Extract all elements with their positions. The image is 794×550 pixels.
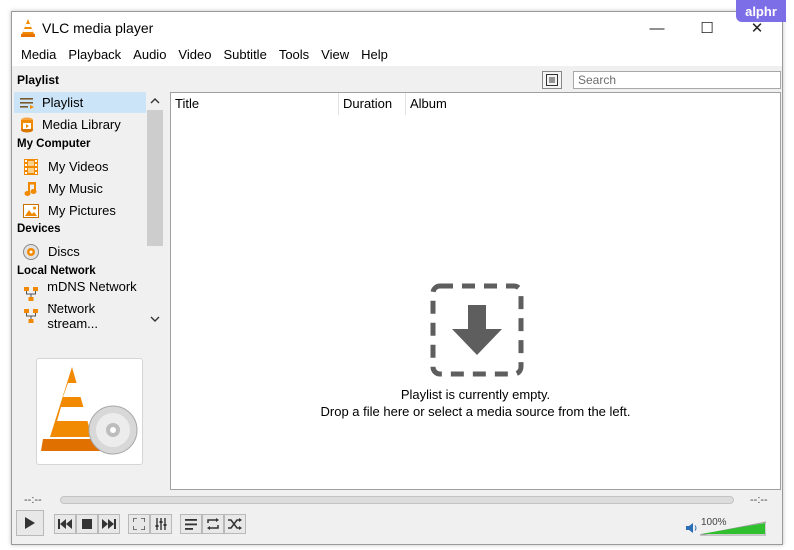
menu-subtitle[interactable]: Subtitle (223, 44, 266, 66)
previous-icon (58, 519, 72, 529)
equalizer-icon (155, 518, 167, 530)
vlc-window: VLC media player — ☐ ✕ Media Playback Au… (11, 11, 783, 545)
sidebar-item-discs[interactable]: Discs (14, 241, 146, 262)
elapsed-time: --:-- (24, 494, 42, 506)
seek-row: --:-- --:-- (12, 492, 782, 510)
drop-arrow-icon (430, 283, 524, 377)
minimize-button[interactable]: — (634, 12, 680, 44)
window-title: VLC media player (42, 20, 154, 36)
next-icon (102, 519, 116, 529)
scroll-up-icon[interactable] (146, 92, 164, 110)
title-bar: VLC media player — ☐ ✕ (12, 12, 782, 44)
sidebar-item-label: Media Library (42, 117, 121, 132)
playlist-view[interactable]: Title Duration Album Playlist is current… (170, 92, 781, 490)
volume-level (701, 523, 765, 534)
sidebar-item-label: My Music (48, 181, 103, 196)
next-button[interactable] (98, 514, 120, 534)
loop-icon (207, 518, 219, 530)
view-mode-button[interactable] (542, 71, 562, 89)
sidebar-item-label: Network stream... (47, 300, 98, 329)
category-my-computer: My Computer (17, 138, 91, 150)
sidebar-item-my-pictures[interactable]: My Pictures (14, 200, 146, 221)
shuffle-icon (228, 518, 242, 530)
network-icon (22, 307, 39, 325)
extended-settings-button[interactable] (150, 514, 172, 534)
playlist-icon (18, 94, 36, 112)
menu-media[interactable]: Media (21, 44, 56, 66)
shuffle-button[interactable] (224, 514, 246, 534)
volume-slider[interactable] (700, 516, 766, 536)
playlist-header: Playlist (12, 68, 782, 92)
disc-icon (22, 243, 40, 261)
sidebar: Playlist Media Library My Computer My Vi… (14, 92, 164, 328)
stop-icon (82, 519, 92, 529)
stop-button[interactable] (76, 514, 98, 534)
empty-playlist-hint: Drop a file here or select a media sourc… (320, 404, 631, 419)
film-icon (22, 158, 40, 176)
category-devices: Devices (17, 223, 61, 235)
previous-button[interactable] (54, 514, 76, 534)
remaining-time[interactable]: --:-- (750, 494, 768, 506)
seek-slider[interactable] (60, 496, 734, 504)
playback-controls: 100% (12, 510, 782, 544)
maximize-button[interactable]: ☐ (684, 12, 730, 44)
vlc-cone-disc-art (41, 367, 138, 455)
sidebar-item-my-videos[interactable]: My Videos (14, 156, 146, 177)
play-icon (25, 517, 35, 529)
picture-icon (22, 202, 40, 220)
sidebar-scrollbar[interactable] (146, 92, 164, 328)
column-title[interactable]: Title (171, 93, 337, 115)
scrollbar-thumb[interactable] (147, 110, 163, 246)
menu-video[interactable]: Video (178, 44, 211, 66)
menu-bar: Media Playback Audio Video Subtitle Tool… (12, 44, 782, 66)
sidebar-item-my-music[interactable]: My Music (14, 178, 146, 199)
column-duration[interactable]: Duration (339, 93, 405, 115)
music-note-icon (22, 180, 40, 198)
column-album[interactable]: Album (406, 93, 606, 115)
list-view-icon (546, 74, 558, 86)
menu-help[interactable]: Help (361, 44, 388, 66)
sidebar-item-media-library[interactable]: Media Library (14, 114, 146, 135)
speaker-icon[interactable] (685, 521, 699, 535)
menu-playback[interactable]: Playback (68, 44, 121, 66)
network-icon (22, 285, 39, 303)
sidebar-item-label: Discs (48, 244, 80, 259)
toggle-playlist-button[interactable] (180, 514, 202, 534)
play-button[interactable] (16, 510, 44, 536)
category-local-network: Local Network (17, 265, 96, 277)
sidebar-item-label: Playlist (42, 95, 84, 110)
menu-audio[interactable]: Audio (133, 44, 166, 66)
scroll-down-icon[interactable] (146, 310, 164, 328)
playlist-heading: Playlist (17, 73, 60, 87)
alphr-badge: alphr (736, 0, 786, 22)
media-library-icon (18, 116, 36, 134)
sidebar-item-network-stream[interactable]: Network stream... (14, 301, 146, 328)
empty-playlist-message: Playlist is currently empty. (400, 387, 551, 402)
menu-view[interactable]: View (321, 44, 349, 66)
loop-button[interactable] (202, 514, 224, 534)
sidebar-item-label: My Videos (48, 159, 109, 174)
search-input[interactable] (573, 71, 781, 89)
sidebar-item-label: My Pictures (48, 203, 116, 218)
playlist-icon (185, 518, 197, 530)
fullscreen-button[interactable] (128, 514, 150, 534)
vlc-cone-icon (21, 19, 35, 37)
fullscreen-icon (133, 518, 145, 530)
sidebar-item-playlist[interactable]: Playlist (14, 92, 146, 113)
album-art (36, 358, 143, 465)
menu-tools[interactable]: Tools (279, 44, 309, 66)
